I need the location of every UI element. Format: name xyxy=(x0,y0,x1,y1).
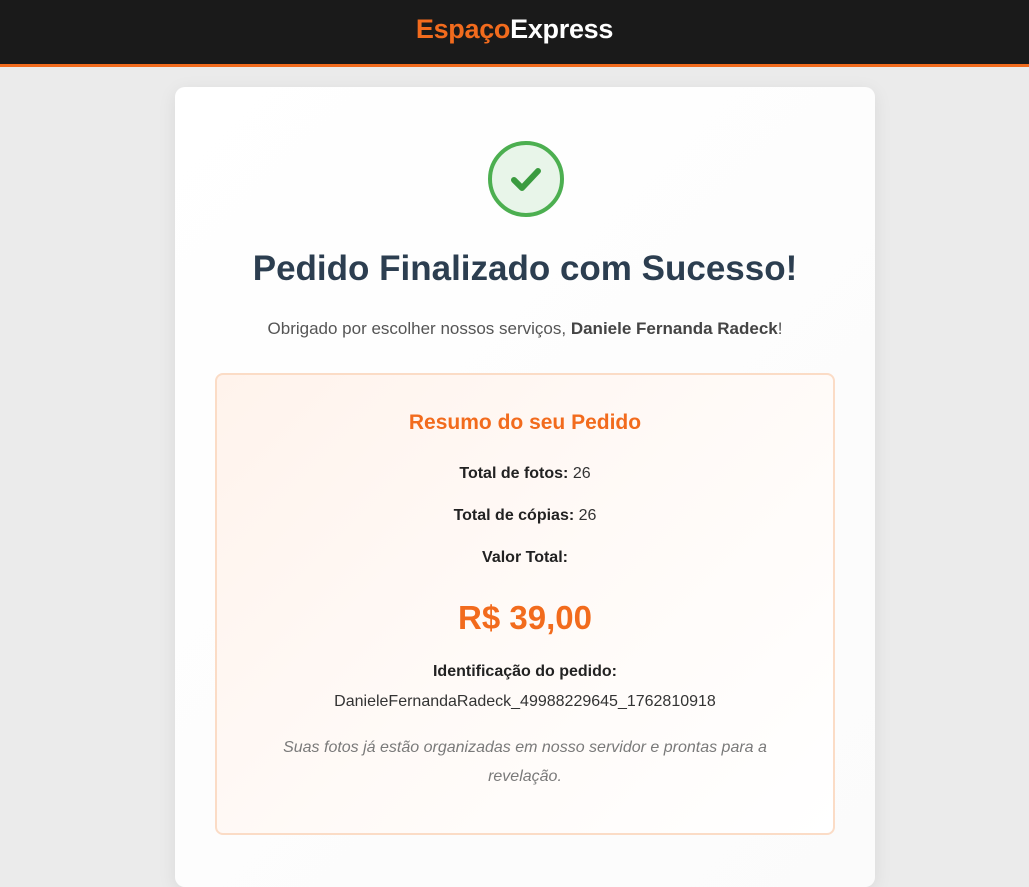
page-title: Pedido Finalizado com Sucesso! xyxy=(252,249,798,288)
total-photos-label: Total de fotos: xyxy=(459,465,569,482)
checkmark-icon xyxy=(511,168,541,191)
total-value-label: Valor Total: xyxy=(482,549,568,566)
logo-part-express: Express xyxy=(510,13,614,44)
total-price: R$ 39,00 xyxy=(458,599,592,636)
total-copies-value: 26 xyxy=(578,507,597,524)
top-header: EspaçoExpress xyxy=(0,0,1029,67)
check-circle-icon xyxy=(488,141,564,217)
total-value-row: Valor Total: xyxy=(217,549,833,567)
thanks-prefix: Obrigado por escolher nossos serviços, xyxy=(267,319,571,338)
order-id-label: Identificação do pedido: xyxy=(432,663,617,680)
total-copies-row: Total de cópias: 26 xyxy=(217,507,833,525)
thanks-message: Obrigado por escolher nossos serviços, D… xyxy=(175,319,875,339)
total-photos-row: Total de fotos: 26 xyxy=(217,465,833,483)
order-summary-box: Resumo do seu Pedido Total de fotos: 26 … xyxy=(215,373,835,835)
thanks-suffix: ! xyxy=(777,319,783,338)
summary-title: Resumo do seu Pedido xyxy=(408,411,642,434)
logo-part-espaco: Espaço xyxy=(415,13,511,44)
order-id-value: DanieleFernandaRadeck_49988229645_176281… xyxy=(334,693,716,710)
total-copies-label: Total de cópias: xyxy=(453,507,575,524)
order-id-label-row: Identificação do pedido: xyxy=(217,663,833,681)
brand-logo[interactable]: EspaçoExpress xyxy=(415,13,614,45)
total-photos-value: 26 xyxy=(572,465,591,482)
success-card: Pedido Finalizado com Sucesso! Obrigado … xyxy=(175,87,875,887)
storage-note: Suas fotos já estão organizadas em nosso… xyxy=(283,739,767,785)
customer-name: Daniele Fernanda Radeck xyxy=(570,319,778,338)
